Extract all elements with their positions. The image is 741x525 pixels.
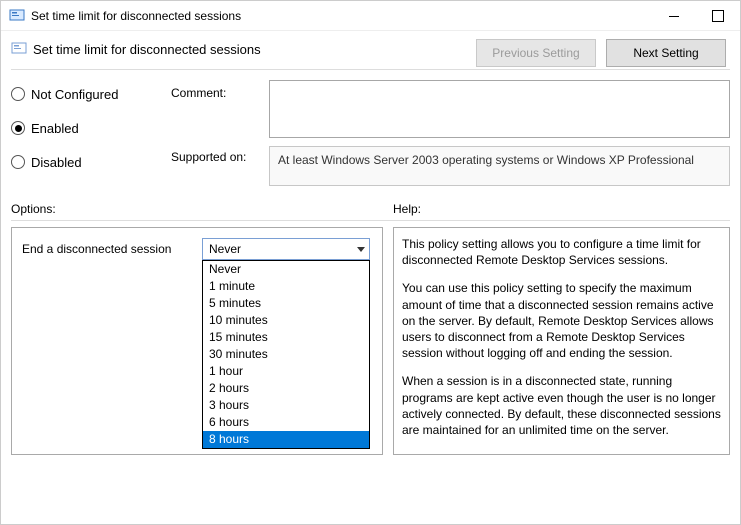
dropdown-item[interactable]: 1 minute [203,278,369,295]
options-panel: End a disconnected session Never Never1 … [11,227,383,455]
help-text: This policy setting allows you to config… [402,236,725,268]
policy-title: Set time limit for disconnected sessions [33,42,261,57]
radio-label: Enabled [31,121,79,136]
lower-panels: End a disconnected session Never Never1 … [11,227,730,455]
radio-icon [11,87,25,101]
disconnect-option-row: End a disconnected session Never [22,238,372,260]
state-radios: Not Configured Enabled Disabled [11,80,171,186]
dropdown-item[interactable]: Never [203,261,369,278]
dropdown-item[interactable]: 6 hours [203,414,369,431]
dropdown-item[interactable]: 5 minutes [203,295,369,312]
chevron-down-icon [357,247,365,252]
radio-label: Not Configured [31,87,118,102]
window-title: Set time limit for disconnected sessions [31,9,732,23]
maximize-button[interactable] [696,1,740,31]
config-area: Not Configured Enabled Disabled Comment:… [1,70,740,190]
next-setting-button[interactable]: Next Setting [606,39,726,67]
radio-icon [11,121,25,135]
nav-buttons: Previous Setting Next Setting [476,39,726,67]
dropdown-item[interactable]: 3 hours [203,397,369,414]
disconnect-dropdown[interactable]: Never [202,238,370,260]
supported-label: Supported on: [171,146,263,164]
radio-enabled[interactable]: Enabled [11,118,171,138]
window-controls [652,1,740,31]
supported-row: Supported on: At least Windows Server 20… [171,146,730,186]
section-labels: Options: Help: [11,202,730,216]
help-section-label: Help: [393,202,730,216]
dropdown-selected: Never [209,242,241,256]
supported-value: At least Windows Server 2003 operating s… [269,146,730,186]
dropdown-item[interactable]: 1 hour [203,363,369,380]
title-bar: Set time limit for disconnected sessions [1,1,740,31]
dropdown-item[interactable]: 10 minutes [203,312,369,329]
comment-label: Comment: [171,80,263,100]
minimize-button[interactable] [652,1,696,31]
comment-field[interactable] [269,80,730,138]
options-section-label: Options: [11,202,383,216]
dropdown-item[interactable]: 30 minutes [203,346,369,363]
divider-mid [11,220,730,221]
previous-setting-button[interactable]: Previous Setting [476,39,596,67]
radio-not-configured[interactable]: Not Configured [11,84,171,104]
dropdown-item[interactable]: 15 minutes [203,329,369,346]
comment-row: Comment: [171,80,730,138]
app-icon [9,8,25,24]
radio-label: Disabled [31,155,82,170]
dropdown-item[interactable]: 2 hours [203,380,369,397]
disconnect-option-label: End a disconnected session [22,242,194,256]
policy-icon [11,41,27,57]
dropdown-list[interactable]: Never1 minute5 minutes10 minutes15 minut… [202,260,370,449]
help-panel[interactable]: This policy setting allows you to config… [393,227,730,455]
help-text: When a session is in a disconnected stat… [402,373,725,438]
dropdown-item[interactable]: 8 hours [203,431,369,448]
radio-icon [11,155,25,169]
help-text: You can use this policy setting to speci… [402,280,725,361]
radio-disabled[interactable]: Disabled [11,152,171,172]
